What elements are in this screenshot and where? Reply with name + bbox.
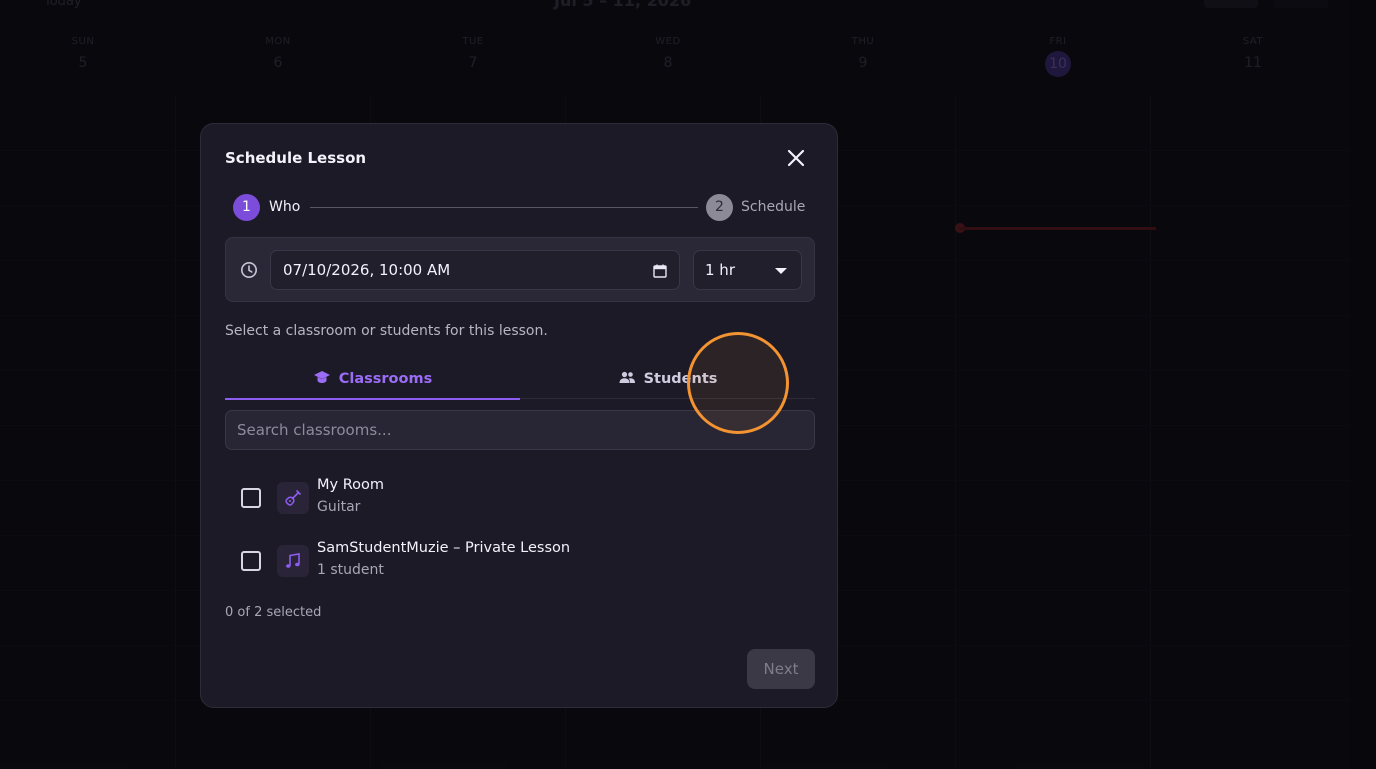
step-1-indicator: 1 <box>233 194 260 221</box>
instruction-text: Select a classroom or students for this … <box>225 323 548 339</box>
item-checkbox[interactable] <box>241 488 261 508</box>
selection-tabs: Classrooms Students <box>225 362 815 400</box>
music-note-icon <box>277 545 309 577</box>
tab-students-label: Students <box>643 371 718 387</box>
chevron-down-icon <box>775 268 787 274</box>
search-input[interactable] <box>225 410 815 450</box>
close-icon[interactable] <box>785 147 807 169</box>
item-title: My Room <box>317 477 384 493</box>
tab-students[interactable]: Students <box>520 362 815 398</box>
stepper: 1 Who 2 Schedule <box>233 194 811 222</box>
step-2-label: Schedule <box>741 199 806 215</box>
tab-classrooms[interactable]: Classrooms <box>225 362 520 400</box>
dialog-title: Schedule Lesson <box>225 149 367 167</box>
list-item[interactable]: SamStudentMuzie – Private Lesson 1 stude… <box>241 540 801 584</box>
step-connector <box>310 207 698 208</box>
item-subtitle: Guitar <box>317 499 361 515</box>
duration-value: 1 hr <box>705 261 735 279</box>
item-checkbox[interactable] <box>241 551 261 571</box>
list-item[interactable]: My Room Guitar <box>241 477 801 521</box>
tab-classrooms-label: Classrooms <box>338 371 433 387</box>
people-icon <box>618 368 636 386</box>
item-subtitle: 1 student <box>317 562 384 578</box>
schedule-lesson-dialog: Schedule Lesson 1 Who 2 Schedule 07/10/2… <box>200 123 838 708</box>
step-1-label: Who <box>269 199 301 215</box>
datetime-value: 07/10/2026, 10:00 AM <box>283 261 451 279</box>
next-button[interactable]: Next <box>747 649 815 689</box>
step-2-indicator: 2 <box>706 194 733 221</box>
calendar-icon[interactable] <box>653 263 667 278</box>
datetime-panel: 07/10/2026, 10:00 AM 1 hr <box>225 237 815 302</box>
graduation-cap-icon <box>313 368 331 386</box>
guitar-icon <box>277 482 309 514</box>
item-title: SamStudentMuzie – Private Lesson <box>317 540 571 556</box>
clock-icon <box>239 260 259 280</box>
selection-count: 0 of 2 selected <box>225 605 322 620</box>
duration-select[interactable]: 1 hr <box>693 250 802 290</box>
datetime-input[interactable]: 07/10/2026, 10:00 AM <box>270 250 680 290</box>
